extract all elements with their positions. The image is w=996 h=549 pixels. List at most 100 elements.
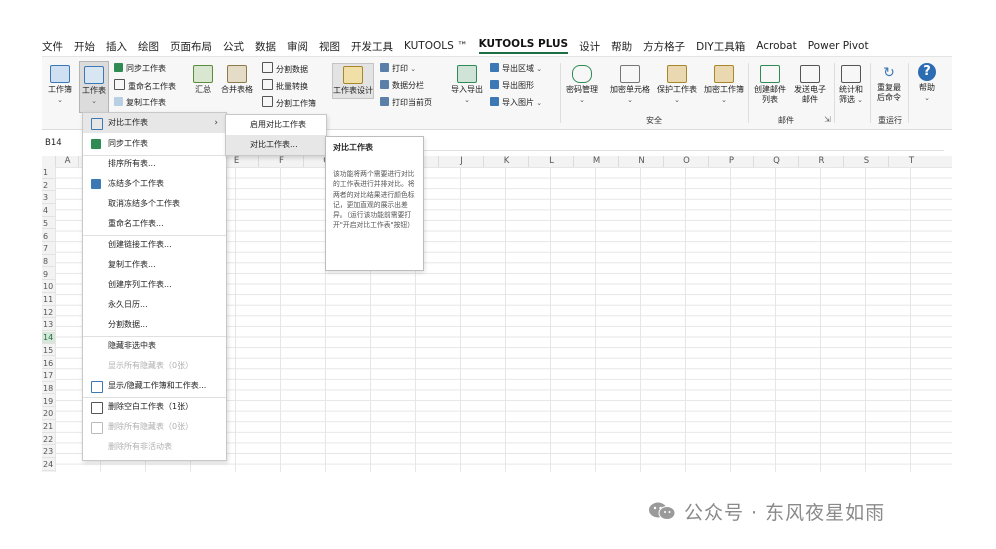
ribbon-tab[interactable]: 文件 xyxy=(42,39,63,54)
ribbon-tab[interactable]: KUTOOLS PLUS xyxy=(478,38,569,54)
menu-item-freeze-sheets[interactable]: 冻结多个工作表 xyxy=(83,174,226,194)
ribbon-tab[interactable]: 视图 xyxy=(319,39,340,54)
row-header[interactable]: 21 xyxy=(42,421,56,433)
submenu-item-compare-sheets[interactable]: 对比工作表... xyxy=(226,135,326,155)
protect-sheet-button[interactable]: 保护工作表 ⌄ xyxy=(655,65,699,105)
ribbon-tab[interactable]: 绘图 xyxy=(138,39,159,54)
split-data-button[interactable]: 分割数据 xyxy=(262,62,308,76)
row-header[interactable]: 8 xyxy=(42,256,56,268)
menu-item-sort-sheets[interactable]: 排序所有表... xyxy=(83,154,226,174)
repeat-last-command-button[interactable]: ↻ 重复最 后命令 xyxy=(874,65,904,103)
encrypt-cells-button[interactable]: 加密单元格 ⌄ xyxy=(608,65,652,105)
print-button[interactable]: 打印 ⌄ xyxy=(380,62,416,76)
ribbon-tab[interactable]: Acrobat xyxy=(756,40,797,52)
column-header[interactable]: F xyxy=(258,156,304,167)
column-header[interactable]: Q xyxy=(753,156,799,167)
row-header[interactable]: 15 xyxy=(42,345,56,357)
row-header[interactable]: 16 xyxy=(42,358,56,370)
menu-item-perpetual-calendar[interactable]: 永久日历... xyxy=(83,295,226,315)
ribbon-tab[interactable]: Power Pivot xyxy=(808,40,869,52)
row-header[interactable]: 17 xyxy=(42,370,56,382)
submenu-item-enable-compare[interactable]: 启用对比工作表 xyxy=(226,115,326,135)
help-button[interactable]: ? 帮助 ⌄ xyxy=(914,63,940,103)
column-header[interactable]: L xyxy=(528,156,574,167)
ribbon-tab[interactable]: 数据 xyxy=(255,39,276,54)
menu-item-delete-blank-sheets[interactable]: 删除空白工作表（1张） xyxy=(83,397,226,417)
row-header[interactable]: 18 xyxy=(42,383,56,395)
column-header[interactable]: T xyxy=(888,156,934,167)
row-header[interactable]: 10 xyxy=(42,281,56,293)
row-header[interactable]: 1 xyxy=(42,167,56,179)
ribbon-tab[interactable]: 页面布局 xyxy=(170,39,212,54)
name-box[interactable]: B14 xyxy=(42,136,85,150)
ribbon-tab[interactable]: DIY工具箱 xyxy=(696,39,745,54)
ribbon-tab[interactable]: 方方格子 xyxy=(643,39,685,54)
menu-item-copy-sheets[interactable]: 复制工作表... xyxy=(83,255,226,275)
worksheet-button[interactable]: 工作表 ⌄ xyxy=(79,61,109,113)
rename-sheets-button[interactable]: 重命名工作表 xyxy=(114,79,176,93)
ribbon-tab[interactable]: 开发工具 xyxy=(351,39,393,54)
ribbon-tab[interactable]: 开始 xyxy=(74,39,95,54)
import-export-button[interactable]: 导入导出 ⌄ xyxy=(449,65,485,105)
menu-item-unfreeze-sheets[interactable]: 取消冻结多个工作表 xyxy=(83,194,226,214)
menu-item-create-sequence-sheets[interactable]: 创建序列工作表... xyxy=(83,275,226,295)
import-image-button[interactable]: 导入图片 ⌄ xyxy=(490,96,542,110)
batch-convert-button[interactable]: 批量转换 xyxy=(262,79,308,93)
encrypt-workbook-button[interactable]: 加密工作簿 ⌄ xyxy=(702,65,746,105)
row-header[interactable]: 23 xyxy=(42,446,56,458)
menu-item-hide-unselected[interactable]: 隐藏非选中表 xyxy=(83,336,226,356)
column-header[interactable]: P xyxy=(708,156,754,167)
row-header[interactable]: 9 xyxy=(42,269,56,281)
column-header[interactable]: A xyxy=(55,156,79,167)
column-header[interactable]: O xyxy=(663,156,709,167)
ribbon-tab[interactable]: 帮助 xyxy=(611,39,632,54)
column-header[interactable]: N xyxy=(618,156,664,167)
menu-item-sync-sheets[interactable]: 同步工作表 xyxy=(83,134,226,154)
row-header[interactable]: 12 xyxy=(42,307,56,319)
password-manager-button[interactable]: 密码管理 ⌄ xyxy=(564,65,600,105)
row-header[interactable]: 11 xyxy=(42,294,56,306)
print-current-page-button[interactable]: 打印当前页 xyxy=(380,96,432,110)
menu-item-show-hide-workbooks[interactable]: 显示/隐藏工作簿和工作表... xyxy=(83,376,226,396)
menu-item-compare-sheets[interactable]: 对比工作表 › xyxy=(83,113,226,133)
send-email-button[interactable]: 发送电子 邮件 xyxy=(792,65,828,105)
column-header[interactable]: K xyxy=(483,156,529,167)
export-shape-button[interactable]: 导出图形 xyxy=(490,79,534,93)
row-header[interactable]: 13 xyxy=(42,319,56,331)
row-header[interactable]: 3 xyxy=(42,192,56,204)
summary-button[interactable]: 汇总 xyxy=(192,65,214,95)
sheet-design-button[interactable]: 工作表设计 xyxy=(332,63,374,99)
menu-item-rename-sheets[interactable]: 重命名工作表... xyxy=(83,214,226,234)
column-header[interactable]: J xyxy=(438,156,484,167)
data-columns-button[interactable]: 数据分栏 xyxy=(380,79,424,93)
row-header[interactable]: 24 xyxy=(42,459,56,471)
row-header[interactable]: 19 xyxy=(42,396,56,408)
ribbon-tab[interactable]: 公式 xyxy=(223,39,244,54)
row-header[interactable]: 20 xyxy=(42,408,56,420)
workbook-button[interactable]: 工作簿 ⌄ xyxy=(47,65,73,105)
mail-group-launcher-icon[interactable]: ⇲ xyxy=(824,115,831,124)
copy-sheets-button[interactable]: 复制工作表 xyxy=(114,96,166,110)
row-header[interactable]: 6 xyxy=(42,231,56,243)
column-header[interactable]: R xyxy=(798,156,844,167)
sync-sheets-button[interactable]: 同步工作表 xyxy=(114,62,166,76)
export-range-button[interactable]: 导出区域 ⌄ xyxy=(490,62,542,76)
row-header[interactable]: 7 xyxy=(42,243,56,255)
ribbon-tab[interactable]: 插入 xyxy=(106,39,127,54)
split-workbook-button[interactable]: 分割工作簿 xyxy=(262,96,316,110)
row-header[interactable]: 2 xyxy=(42,180,56,192)
ribbon-tab[interactable]: 设计 xyxy=(579,39,600,54)
row-header[interactable]: 14 xyxy=(42,332,56,344)
menu-item-create-link-sheet[interactable]: 创建链接工作表... xyxy=(83,235,226,255)
create-mail-list-button[interactable]: 创建邮件 列表 xyxy=(752,65,788,105)
row-header[interactable]: 5 xyxy=(42,218,56,230)
menu-item-split-data[interactable]: 分割数据... xyxy=(83,315,226,335)
column-header[interactable]: S xyxy=(843,156,889,167)
ribbon-tab[interactable]: 审阅 xyxy=(287,39,308,54)
column-header[interactable]: M xyxy=(573,156,619,167)
ribbon-tab[interactable]: KUTOOLS ™ xyxy=(404,40,468,52)
stats-filter-button[interactable]: 统计和 筛选 ⌄ xyxy=(836,65,866,105)
row-header[interactable]: 22 xyxy=(42,434,56,446)
merge-tables-button[interactable]: 合并表格 xyxy=(220,65,254,95)
row-header[interactable]: 4 xyxy=(42,205,56,217)
